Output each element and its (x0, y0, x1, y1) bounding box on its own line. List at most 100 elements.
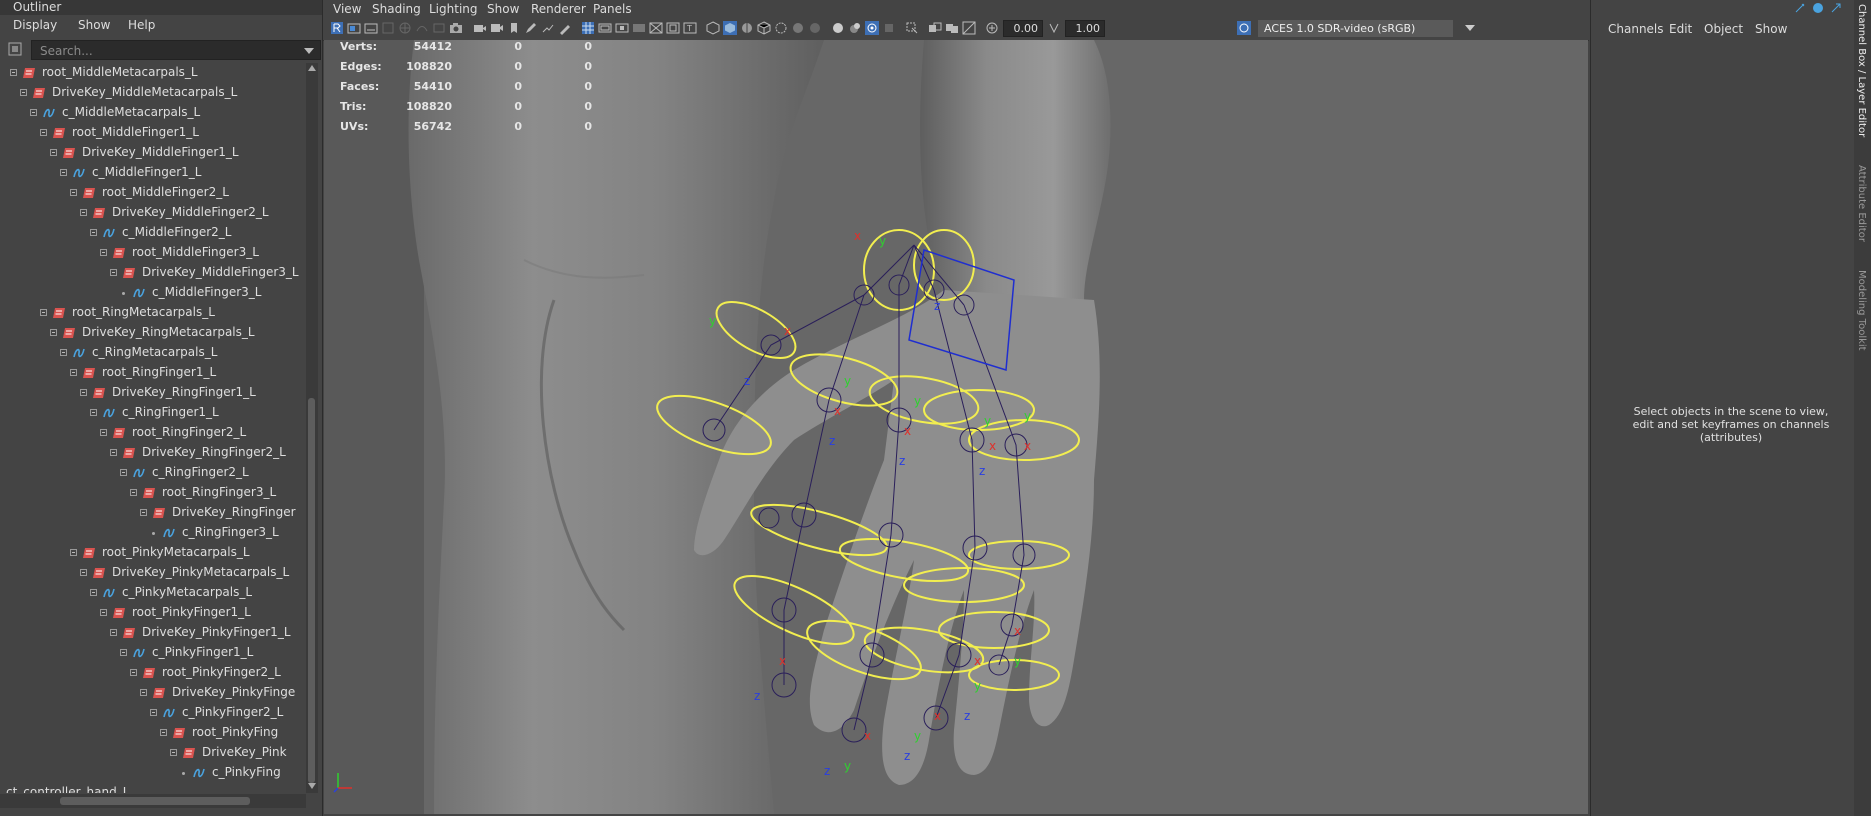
outliner-horizontal-scrollbar[interactable] (0, 794, 306, 808)
collapse-icon[interactable] (70, 369, 77, 376)
resolution-gate-toggle-icon[interactable] (615, 21, 629, 35)
anti-aliasing-icon[interactable] (848, 21, 862, 35)
outliner-row[interactable]: c_RingMetacarpals_L (0, 343, 306, 363)
menu-object[interactable]: Object (1704, 22, 1743, 36)
outliner-row[interactable]: root_PinkyFinger2_L (0, 663, 306, 683)
collapse-icon[interactable] (60, 169, 67, 176)
outliner-vertical-scrollbar[interactable] (306, 63, 318, 793)
motion-blur-icon[interactable] (831, 21, 845, 35)
outliner-row[interactable]: DriveKey_RingFinger2_L (0, 443, 306, 463)
collapse-icon[interactable] (50, 149, 57, 156)
outliner-row[interactable]: DriveKey_RingFinger (0, 503, 306, 523)
wireframe-on-shaded-icon[interactable] (740, 21, 754, 35)
collapse-icon[interactable] (80, 389, 87, 396)
outliner-row[interactable]: c_RingFinger3_L (0, 523, 306, 543)
collapse-icon[interactable] (40, 129, 47, 136)
menu-channels[interactable]: Channels (1608, 22, 1664, 36)
collapse-icon[interactable] (60, 349, 67, 356)
xray-active-components-icon[interactable] (945, 21, 959, 35)
resolution-gate-icon[interactable] (432, 21, 446, 35)
outliner-row[interactable]: c_PinkyFinger2_L (0, 703, 306, 723)
outliner-row[interactable]: c_MiddleFinger2_L (0, 223, 306, 243)
collapse-icon[interactable] (120, 649, 127, 656)
outliner-row[interactable]: root_PinkyFinger1_L (0, 603, 306, 623)
menu-renderer[interactable]: Renderer (531, 2, 586, 16)
collapse-icon[interactable] (90, 229, 97, 236)
collapse-icon[interactable] (70, 549, 77, 556)
collapse-icon[interactable] (140, 689, 147, 696)
collapse-icon[interactable] (50, 329, 57, 336)
field-chart-icon[interactable] (649, 21, 663, 35)
collapse-icon[interactable] (110, 629, 117, 636)
playblast-icon[interactable] (473, 21, 487, 35)
snapshot-icon[interactable] (449, 21, 463, 35)
outliner-row[interactable]: DriveKey_PinkyFinger1_L (0, 623, 306, 643)
outliner-row[interactable]: root_RingMetacarpals_L (0, 303, 306, 323)
collapse-icon[interactable] (170, 749, 177, 756)
outliner-row[interactable]: DriveKey_MiddleMetacarpals_L (0, 83, 306, 103)
menu-lighting[interactable]: Lighting (429, 2, 478, 16)
camera-sequence-icon[interactable] (490, 21, 504, 35)
collapse-icon[interactable] (10, 69, 17, 76)
gamma-field[interactable]: 1.00 (1065, 20, 1105, 37)
collapse-icon[interactable] (100, 609, 107, 616)
tab-channel-box[interactable]: Channel Box / Layer Editor (1856, 4, 1867, 137)
grease-pencil-icon[interactable] (558, 21, 572, 35)
3d-viewport[interactable]: x y z xyz xyz xyz xz xyz xyz xyz xy yxz … (324, 40, 1588, 814)
menu-show[interactable]: Show (1755, 22, 1787, 36)
collapse-icon[interactable] (160, 729, 167, 736)
textured-icon[interactable] (757, 21, 771, 35)
collapse-icon[interactable] (130, 669, 137, 676)
outliner-row[interactable]: c_RingFinger1_L (0, 403, 306, 423)
outliner-row[interactable]: DriveKey_PinkyMetacarpals_L (0, 563, 306, 583)
outliner-row[interactable]: root_MiddleFinger2_L (0, 183, 306, 203)
collapse-icon[interactable] (20, 89, 27, 96)
grid-toggle-icon[interactable] (581, 21, 595, 35)
xray-joints-icon[interactable] (928, 21, 942, 35)
outliner-row[interactable]: root_PinkyMetacarpals_L (0, 543, 306, 563)
use-all-lights-icon[interactable] (774, 21, 788, 35)
motion-trail-icon[interactable] (541, 21, 555, 35)
grid-icon[interactable] (398, 21, 412, 35)
outliner-row[interactable]: c_MiddleFinger1_L (0, 163, 306, 183)
depth-of-field-icon[interactable] (865, 21, 879, 35)
collapse-icon[interactable] (100, 249, 107, 256)
image-plane-icon[interactable] (381, 21, 395, 35)
collapse-icon[interactable] (90, 409, 97, 416)
collapse-icon[interactable] (80, 569, 87, 576)
outliner-row[interactable]: root_MiddleFinger1_L (0, 123, 306, 143)
exposure-field[interactable]: 0.00 (1003, 20, 1043, 37)
collapse-icon[interactable] (80, 209, 87, 216)
gamma-icon[interactable] (1047, 21, 1061, 35)
outliner-row[interactable]: root_MiddleFinger3_L (0, 243, 306, 263)
outliner-row[interactable]: c_PinkyMetacarpals_L (0, 583, 306, 603)
menu-view[interactable]: View (333, 2, 361, 16)
pin-icon[interactable] (1793, 1, 1807, 15)
outliner-row[interactable]: root_RingFinger1_L (0, 363, 306, 383)
outliner-row[interactable]: DriveKey_RingFinger1_L (0, 383, 306, 403)
tab-modeling-toolkit[interactable]: Modeling Toolkit (1856, 270, 1867, 351)
menu-panels[interactable]: Panels (593, 2, 632, 16)
menu-show[interactable]: Show (487, 2, 519, 16)
xray-icon[interactable] (905, 21, 919, 35)
outliner-row[interactable]: DriveKey_MiddleFinger3_L (0, 263, 306, 283)
scroll-up-icon[interactable] (308, 65, 316, 71)
safe-title-icon[interactable]: T (683, 21, 697, 35)
outliner-row[interactable]: c_MiddleMetacarpals_L (0, 103, 306, 123)
color-space-select[interactable]: ACES 1.0 SDR-video (sRGB) (1258, 20, 1475, 37)
outliner-row[interactable]: root_MiddleMetacarpals_L (0, 63, 306, 83)
help-icon[interactable] (1811, 1, 1825, 15)
scroll-down-icon[interactable] (308, 783, 316, 789)
backface-culling-icon[interactable] (962, 21, 976, 35)
safe-action-icon[interactable] (666, 21, 680, 35)
outliner-row[interactable]: root_PinkyFing (0, 723, 306, 743)
collapse-icon[interactable] (100, 429, 107, 436)
wireframe-icon[interactable] (706, 21, 720, 35)
menu-edit[interactable]: Edit (1669, 22, 1692, 36)
tab-attribute-editor[interactable]: Attribute Editor (1856, 165, 1867, 242)
outliner-row[interactable]: root_RingFinger2_L (0, 423, 306, 443)
camera-attributes-icon[interactable] (347, 21, 361, 35)
outliner-row[interactable]: DriveKey_Pink (0, 743, 306, 763)
collapse-icon[interactable] (110, 269, 117, 276)
collapse-icon[interactable] (30, 109, 37, 116)
